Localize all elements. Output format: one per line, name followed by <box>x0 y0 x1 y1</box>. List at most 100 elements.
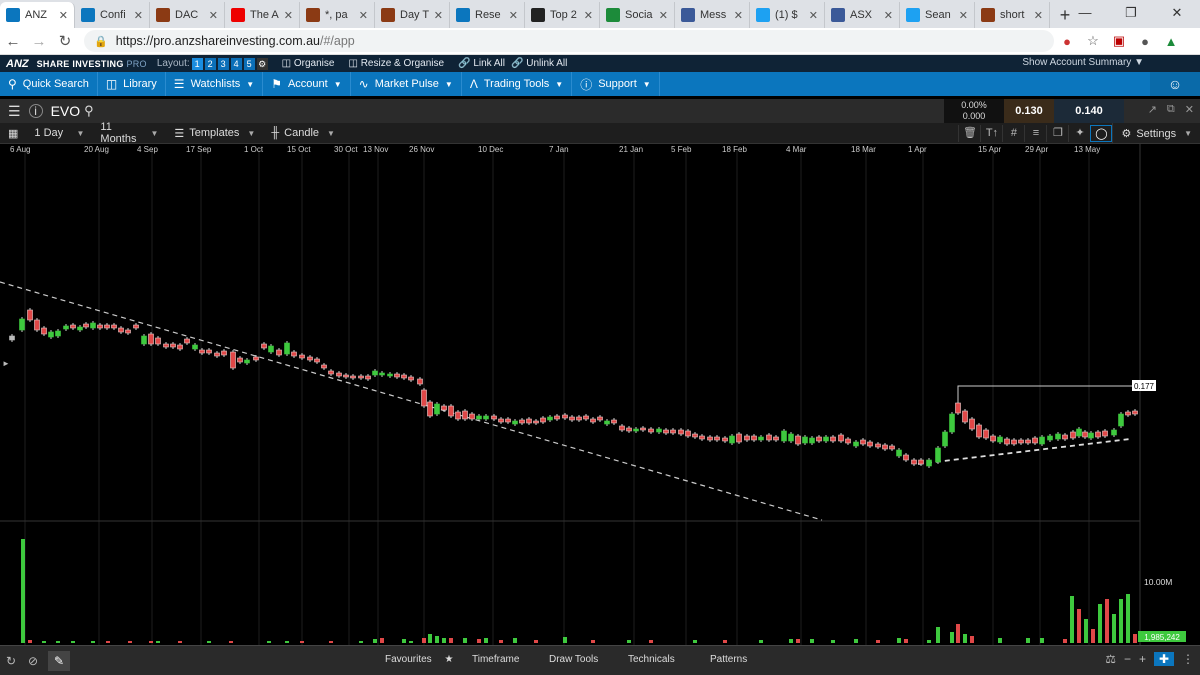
close-tab-icon[interactable]: ✕ <box>584 9 593 22</box>
candle[interactable] <box>853 441 859 447</box>
link-all-link[interactable]: 🔗 Link All <box>458 58 505 69</box>
extension-icon[interactable]: ● <box>1054 34 1080 49</box>
layout-button-4[interactable]: 4 <box>230 57 242 70</box>
browser-tab[interactable]: ASX ✕ <box>825 2 900 28</box>
minimize-icon[interactable]: — <box>1062 0 1108 28</box>
zoom-in-icon[interactable]: + <box>1139 652 1146 666</box>
candle[interactable] <box>512 420 518 425</box>
candle[interactable] <box>336 372 342 377</box>
candle[interactable] <box>133 324 139 329</box>
candle[interactable] <box>268 345 274 353</box>
price-chart[interactable]: 6 Aug 20 Aug 4 Sep 17 Sep 1 Oct 15 Oct 30 Oct 1… <box>0 144 1200 645</box>
candle[interactable] <box>1070 431 1076 439</box>
no-entry-icon[interactable]: ⊘ <box>22 654 44 668</box>
candle[interactable] <box>1111 429 1117 436</box>
candle[interactable] <box>918 459 924 465</box>
candle[interactable] <box>547 416 553 421</box>
candle[interactable] <box>766 434 772 441</box>
favourites-tab[interactable]: Favourites ★ <box>385 654 453 665</box>
candle[interactable] <box>104 324 110 329</box>
account-summary-toggle[interactable]: Show Account Summary ▼ <box>1022 57 1144 68</box>
candle[interactable] <box>1132 410 1138 415</box>
close-tab-icon[interactable]: ✕ <box>734 9 743 22</box>
candle[interactable] <box>1039 436 1045 445</box>
candle[interactable] <box>491 415 497 420</box>
browser-tab[interactable]: Day T ✕ <box>375 2 450 28</box>
candle[interactable] <box>434 403 440 415</box>
candle[interactable] <box>448 405 454 417</box>
candle[interactable] <box>597 416 603 421</box>
browser-tab[interactable]: The A ✕ <box>225 2 300 28</box>
candle[interactable] <box>576 416 582 421</box>
candle[interactable] <box>983 429 989 439</box>
candle[interactable] <box>358 375 364 379</box>
candle[interactable] <box>699 435 705 440</box>
candle[interactable] <box>626 427 632 432</box>
candle[interactable] <box>469 413 475 420</box>
candle[interactable] <box>111 324 117 329</box>
back-icon[interactable]: ← <box>0 33 26 50</box>
candle[interactable] <box>838 434 844 442</box>
candle[interactable] <box>125 329 131 334</box>
candle[interactable] <box>633 428 639 432</box>
candle[interactable] <box>540 417 546 423</box>
candle[interactable] <box>41 327 47 335</box>
candle[interactable] <box>911 459 917 465</box>
candle[interactable] <box>307 356 313 361</box>
candle[interactable] <box>63 325 69 330</box>
candle[interactable] <box>177 344 183 350</box>
candle[interactable] <box>253 356 259 361</box>
layout-button-2[interactable]: 2 <box>204 57 216 70</box>
candle[interactable] <box>640 427 646 431</box>
ask-price[interactable]: 0.140 <box>1054 99 1124 123</box>
candle[interactable] <box>889 445 895 450</box>
forward-icon[interactable]: → <box>26 33 52 50</box>
candle[interactable] <box>483 415 489 420</box>
layout-button-3[interactable]: 3 <box>217 57 229 70</box>
candle[interactable] <box>77 326 83 331</box>
tag-icon[interactable]: ◯ <box>1090 125 1113 142</box>
candle[interactable] <box>1082 431 1088 438</box>
candle[interactable] <box>997 436 1003 443</box>
candle[interactable] <box>1055 433 1061 440</box>
zoom-out-icon[interactable]: − <box>1124 652 1131 666</box>
candle[interactable] <box>685 430 691 437</box>
close-tab-icon[interactable]: ✕ <box>1034 9 1043 22</box>
range-select[interactable]: 11 Months ▼ <box>92 121 166 145</box>
candle[interactable] <box>237 357 243 363</box>
organise-link[interactable]: ◫ Organise <box>282 58 335 69</box>
candle[interactable] <box>365 375 371 380</box>
candle[interactable] <box>781 430 787 442</box>
candle[interactable] <box>343 374 349 378</box>
candle[interactable] <box>206 349 212 354</box>
candle[interactable] <box>321 364 327 369</box>
candle[interactable] <box>9 335 15 341</box>
candle[interactable] <box>619 425 625 431</box>
candle[interactable] <box>170 343 176 348</box>
candle[interactable] <box>714 436 720 441</box>
candle[interactable] <box>163 343 169 348</box>
candle[interactable] <box>648 428 654 433</box>
browser-tab[interactable]: Mess ✕ <box>675 2 750 28</box>
symbol-search-icon[interactable]: ⚲ <box>84 103 94 119</box>
candle[interactable] <box>83 323 89 328</box>
candle[interactable] <box>141 335 147 345</box>
candle[interactable] <box>1125 411 1131 416</box>
extension-shield-icon[interactable]: ▣ <box>1106 33 1132 49</box>
candle[interactable] <box>845 438 851 444</box>
candle[interactable] <box>230 351 236 369</box>
close-tab-icon[interactable]: ✕ <box>434 9 443 22</box>
candle[interactable] <box>663 429 669 434</box>
layout-button-1[interactable]: 1 <box>191 57 203 70</box>
candle[interactable] <box>221 350 227 356</box>
close-tab-icon[interactable]: ✕ <box>884 9 893 22</box>
info-icon[interactable]: i <box>28 104 43 118</box>
candle[interactable] <box>192 344 198 350</box>
candle[interactable] <box>408 376 414 381</box>
candle[interactable] <box>526 418 532 424</box>
uptrend-line[interactable] <box>917 438 1131 465</box>
candle[interactable] <box>823 436 829 442</box>
symbol-code[interactable]: EVO <box>51 103 81 119</box>
candle[interactable] <box>372 370 378 376</box>
close-tab-icon[interactable]: ✕ <box>659 9 668 22</box>
